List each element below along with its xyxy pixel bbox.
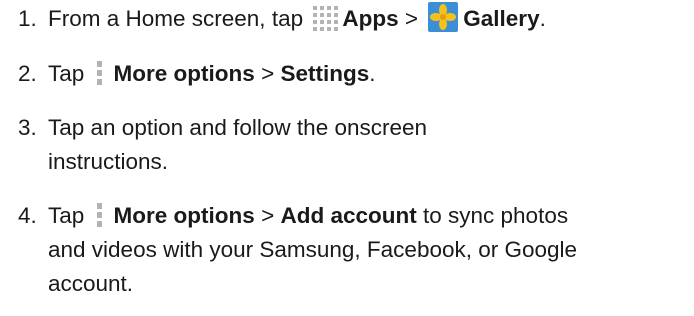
step-end: . <box>539 6 546 31</box>
settings-label: Settings <box>280 61 370 86</box>
step-number: 2. <box>18 61 37 86</box>
step-number: 4. <box>18 203 37 228</box>
apps-label: Apps <box>342 6 399 31</box>
separator: > <box>261 203 275 228</box>
step-1: 1. From a Home screen, tap Apps > Galler… <box>18 2 688 36</box>
step-text-prefix: Tap <box>48 61 85 86</box>
more-options-icon <box>96 203 102 228</box>
gallery-icon <box>428 2 459 33</box>
instruction-steps: 1. From a Home screen, tap Apps > Galler… <box>18 0 688 301</box>
step-end: . <box>369 61 376 86</box>
step-text: From a Home screen, tap Apps > Gallery. <box>48 2 688 36</box>
step-4: 4. Tap More options > Add account to syn… <box>18 199 688 301</box>
gallery-label: Gallery <box>463 6 540 31</box>
separator: > <box>261 61 275 86</box>
add-account-label: Add account <box>280 203 417 228</box>
step-text-prefix: Tap <box>48 203 85 228</box>
step-text-prefix: From a Home screen, tap <box>48 6 304 31</box>
step-text: Tap an option and follow the onscreen in… <box>48 115 428 174</box>
step-number: 3. <box>18 115 37 140</box>
step-text: Tap More options > Settings. <box>48 57 688 91</box>
step-3: 3. Tap an option and follow the onscreen… <box>18 111 688 179</box>
more-options-label: More options <box>113 203 255 228</box>
step-2: 2. Tap More options > Settings. <box>18 57 688 91</box>
step-number: 1. <box>18 6 37 31</box>
separator: > <box>404 6 419 31</box>
step-text: Tap More options > Add account to sync p… <box>48 199 578 301</box>
more-options-icon <box>96 61 102 86</box>
more-options-label: More options <box>113 61 255 86</box>
apps-grid-icon <box>313 6 339 32</box>
